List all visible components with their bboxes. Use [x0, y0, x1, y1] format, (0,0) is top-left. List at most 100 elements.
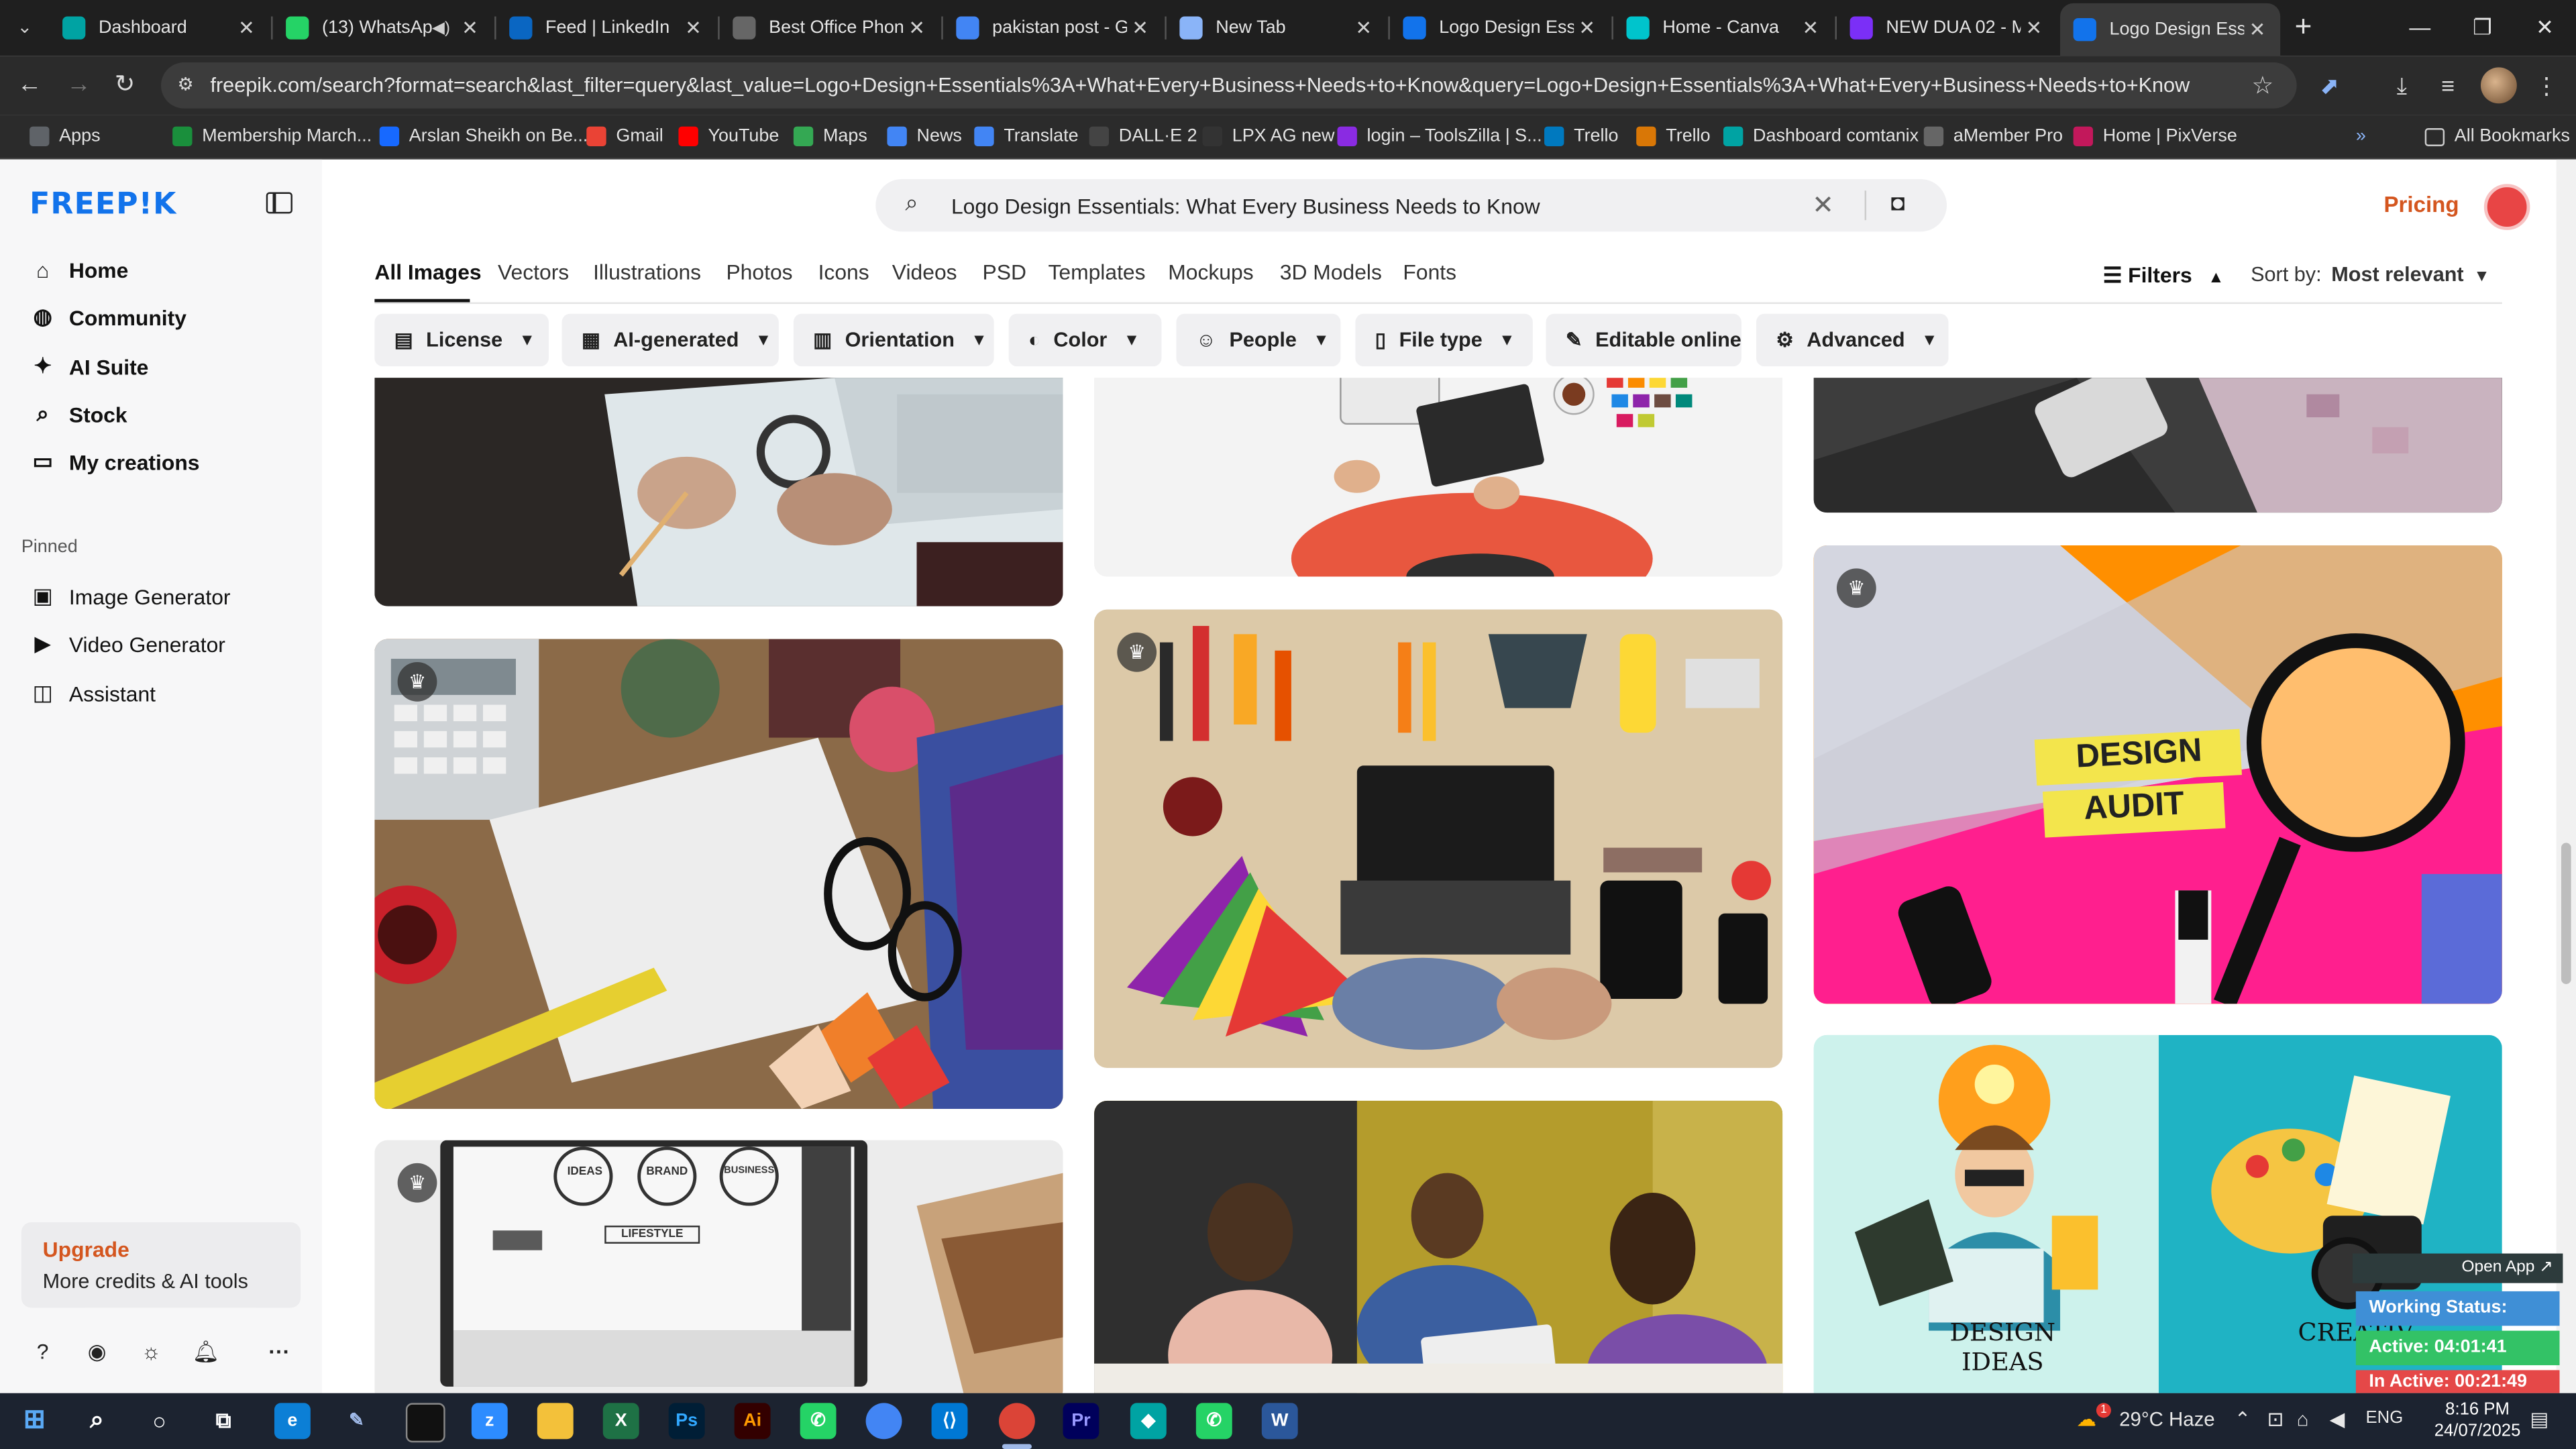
media-control-icon[interactable]: ≡: [2431, 69, 2464, 102]
browser-tab[interactable]: Best Office Phone ✕: [720, 7, 940, 50]
filter-advanced-button[interactable]: ⚙ Advanced ▼: [1756, 313, 1949, 367]
weather-text[interactable]: 29°C Haze: [2119, 1408, 2214, 1431]
tab-close-icon[interactable]: ✕: [1127, 16, 1153, 39]
tab-templates[interactable]: Templates: [1048, 260, 1145, 284]
sidebar-item-home[interactable]: ⌂ Home: [30, 252, 128, 288]
tab-icons[interactable]: Icons: [818, 260, 869, 284]
filter-ai-generated-button[interactable]: ▦ AI-generated ▼: [561, 313, 779, 367]
filter-editable-online-button[interactable]: ✎ Editable online: [1546, 313, 1741, 367]
tab-illustrations[interactable]: Illustrations: [593, 260, 701, 284]
pinned-item-assistant[interactable]: ◫ Assistant: [30, 676, 156, 712]
bell-icon[interactable]: 🔔︎: [193, 1339, 219, 1365]
all-bookmarks-button[interactable]: All Bookmarks: [2424, 123, 2570, 150]
new-tab-button[interactable]: +: [2287, 10, 2320, 43]
browser-tab[interactable]: Logo Design Esse ✕: [1390, 7, 1610, 50]
browser-tab[interactable]: Dashboard ✕: [49, 7, 269, 50]
gallery-card-tools-flatlay[interactable]: ♛: [1094, 609, 1783, 1068]
site-info-icon[interactable]: ⚙: [177, 74, 200, 97]
bookmark-item[interactable]: News: [887, 123, 962, 150]
discord-icon[interactable]: ◉: [84, 1339, 110, 1365]
browser-tab[interactable]: Logo Design Esse ✕: [2060, 3, 2281, 56]
language-indicator[interactable]: ENG: [2366, 1408, 2404, 1428]
upgrade-card[interactable]: Upgrade More credits & AI tools: [21, 1222, 301, 1308]
bookmark-item[interactable]: aMember Pro: [1923, 123, 2063, 150]
edge-icon[interactable]: e: [274, 1403, 311, 1440]
bookmark-item[interactable]: Gmail: [586, 123, 663, 150]
filter-color-button[interactable]: ◐ Color ▼: [1008, 313, 1162, 367]
excel-icon[interactable]: X: [602, 1403, 639, 1440]
more-bookmarks-icon[interactable]: »: [2356, 123, 2366, 150]
tab-close-icon[interactable]: ✕: [680, 16, 706, 39]
browser-tab[interactable]: Home - Canva ✕: [1613, 7, 1833, 50]
network-icon[interactable]: ⌂: [2297, 1408, 2309, 1431]
address-bar[interactable]: ⚙ freepik.com/search?format=search&last_…: [161, 62, 2297, 109]
tab-search-icon[interactable]: ⌄: [10, 13, 40, 43]
browser-tab[interactable]: NEW DUA 02 - M ✕: [1837, 7, 2057, 50]
pricing-link[interactable]: Pricing: [2383, 193, 2459, 217]
sidebar-item-community[interactable]: ◍ Community: [30, 299, 186, 335]
tray-app-icon[interactable]: ⊡: [2267, 1408, 2284, 1431]
bookmark-item[interactable]: Home | PixVerse: [2073, 123, 2237, 150]
tab-photos[interactable]: Photos: [726, 260, 792, 284]
bookmark-item[interactable]: DALL·E 2: [1089, 123, 1197, 150]
tab-fonts[interactable]: Fonts: [1403, 260, 1456, 284]
theme-icon[interactable]: ☼: [138, 1339, 164, 1365]
bookmark-item[interactable]: Trello: [1544, 123, 1619, 150]
filter-license-button[interactable]: ▤ License ▼: [374, 313, 549, 367]
tab-mockups[interactable]: Mockups: [1168, 260, 1253, 284]
tab-close-icon[interactable]: ✕: [457, 16, 483, 39]
clear-search-icon[interactable]: ✕: [1812, 189, 1834, 222]
gallery-card-designer-desk[interactable]: [1094, 378, 1783, 577]
gallery-card-team-meeting[interactable]: [1094, 1100, 1783, 1393]
search-input[interactable]: Logo Design Essentials: What Every Busin…: [951, 194, 1540, 219]
filter-people-button[interactable]: ☺ People ▼: [1176, 313, 1341, 367]
whatsapp-icon[interactable]: ✆: [800, 1403, 837, 1440]
cortana-icon[interactable]: ○: [142, 1403, 178, 1439]
pen-tool-icon[interactable]: ✎: [338, 1403, 374, 1439]
collapse-sidebar-icon[interactable]: [266, 192, 292, 214]
pinned-item-video-generator[interactable]: ▶ Video Generator: [30, 626, 225, 662]
gallery-card-desk-flatlay[interactable]: ♛: [374, 639, 1063, 1110]
tab-close-icon[interactable]: ✕: [904, 16, 930, 39]
gallery-card-brand-monitor[interactable]: IDEAS BRAND BUSINESS LIFESTYLE ♛: [374, 1140, 1063, 1393]
vscode-icon[interactable]: ⟨⟩: [931, 1403, 968, 1440]
photoshop-icon[interactable]: Ps: [668, 1403, 705, 1440]
tab-close-icon[interactable]: ✕: [1797, 16, 1823, 39]
gallery-card-phone-hand[interactable]: [1813, 378, 2502, 513]
weather-icon[interactable]: ☁: [2077, 1408, 2096, 1431]
tab-close-icon[interactable]: ✕: [233, 16, 260, 39]
tab-close-icon[interactable]: ✕: [2244, 18, 2270, 41]
url-text[interactable]: freepik.com/search?format=search&last_fi…: [210, 74, 2190, 97]
windows-start-icon[interactable]: ⊞: [16, 1403, 52, 1439]
premiere-icon[interactable]: Pr: [1063, 1403, 1099, 1440]
forward-icon[interactable]: →: [62, 69, 95, 102]
bookmark-item[interactable]: LPX AG new: [1202, 123, 1334, 150]
scrollbar-thumb[interactable]: [2561, 843, 2571, 984]
bookmark-item[interactable]: Maps: [793, 123, 867, 150]
terminal-icon[interactable]: [405, 1403, 445, 1443]
word-icon[interactable]: W: [1261, 1403, 1298, 1440]
bookmark-item[interactable]: Apps: [30, 123, 101, 150]
more-icon[interactable]: ···: [266, 1339, 292, 1365]
tab-vectors[interactable]: Vectors: [498, 260, 569, 284]
browser-tab[interactable]: Feed | LinkedIn ✕: [496, 7, 716, 50]
speaker-icon[interactable]: ◀): [432, 19, 450, 37]
reload-icon[interactable]: ↻: [109, 69, 142, 102]
filter-orientation-button[interactable]: ▥ Orientation ▼: [793, 313, 994, 367]
bookmark-item[interactable]: Translate: [974, 123, 1079, 150]
minimize-icon[interactable]: —: [2389, 0, 2451, 56]
browser-tab[interactable]: New Tab ✕: [1167, 7, 1387, 50]
browser-menu-icon[interactable]: ⋮: [2530, 69, 2563, 102]
bookmark-item[interactable]: YouTube: [678, 123, 779, 150]
tab-all-images[interactable]: All Images: [374, 260, 481, 284]
bookmark-star-icon[interactable]: ☆: [2251, 70, 2273, 101]
help-icon[interactable]: ?: [30, 1339, 56, 1365]
task-view-icon[interactable]: ⧉: [205, 1403, 241, 1439]
chrome-active-icon[interactable]: [998, 1403, 1035, 1440]
user-avatar[interactable]: [2483, 184, 2530, 230]
bookmark-item[interactable]: Membership March...: [172, 123, 372, 150]
taskbar-clock[interactable]: 8:16 PM 24/07/2025: [2431, 1400, 2523, 1443]
search-bar[interactable]: ⌕ Logo Design Essentials: What Every Bus…: [875, 178, 1947, 232]
notification-center-icon[interactable]: ▤: [2530, 1408, 2548, 1431]
sidebar-item-stock[interactable]: ⌕ Stock: [30, 396, 127, 432]
